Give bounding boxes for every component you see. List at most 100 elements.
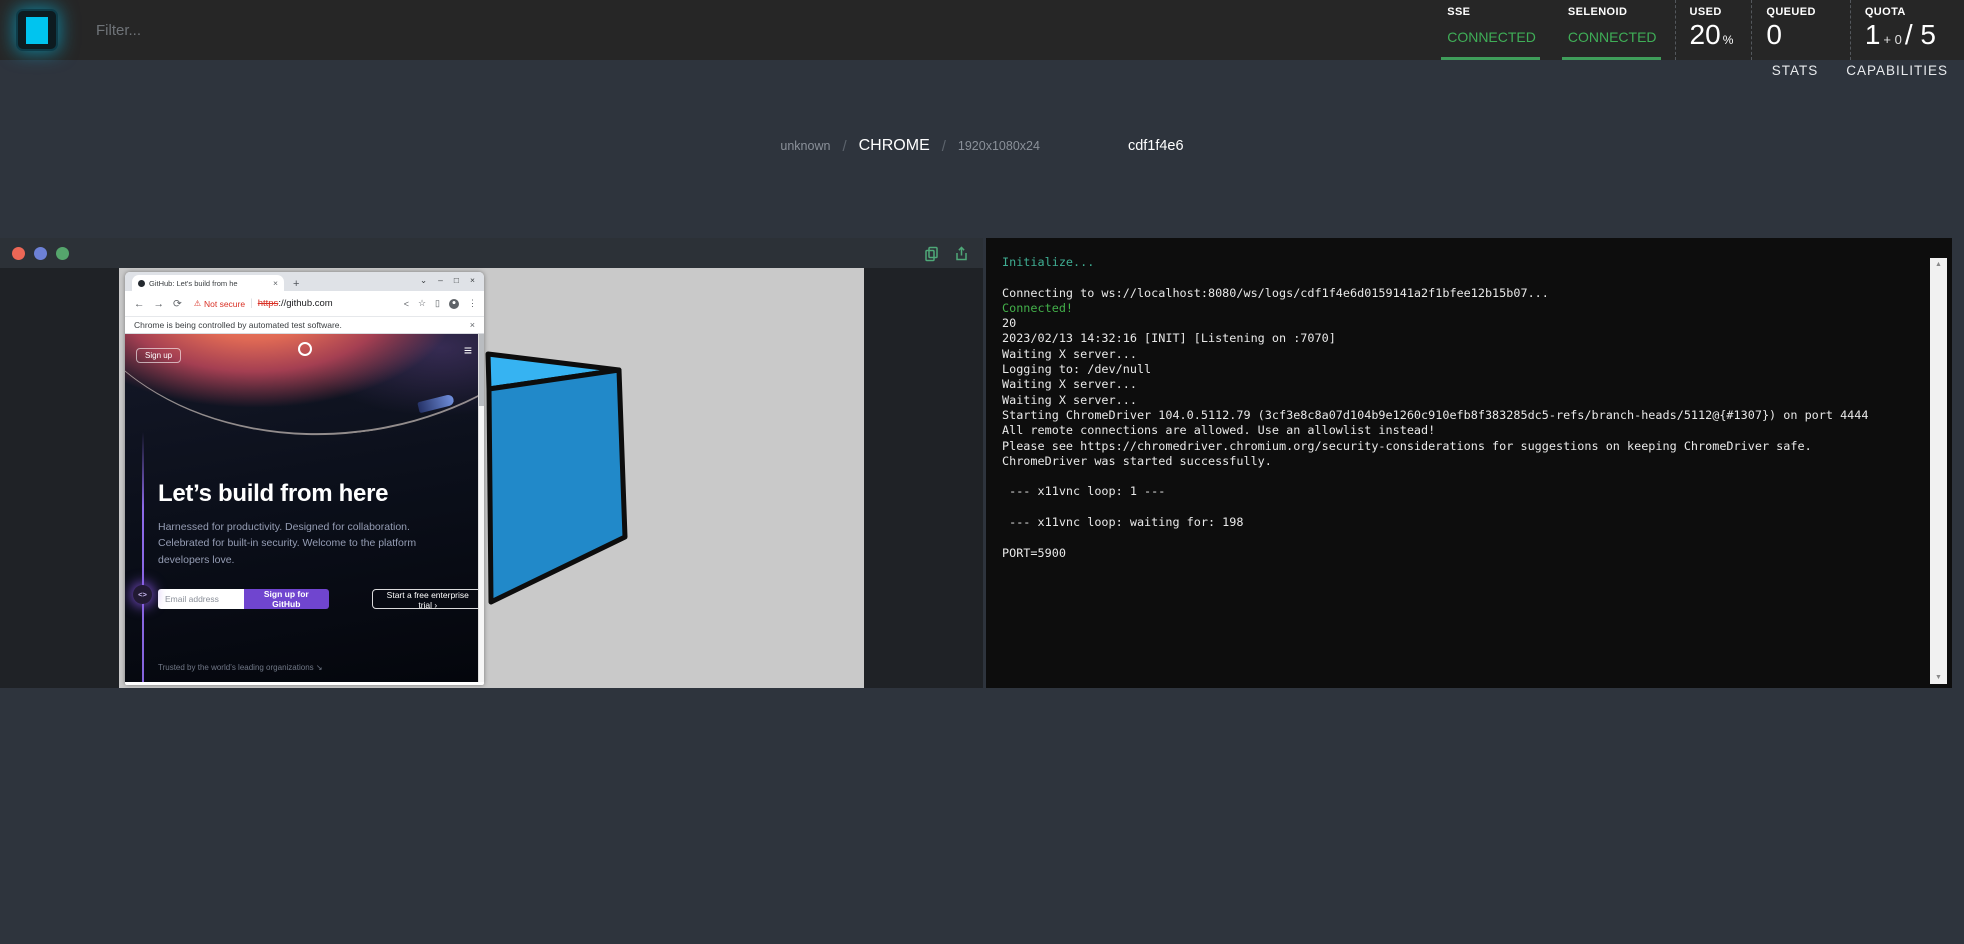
github-logo-icon[interactable] [298,342,312,356]
chevron-down-icon[interactable]: ⌄ [420,275,427,286]
back-icon[interactable]: ← [134,298,145,310]
url-text: ://github.com [278,298,332,309]
share-icon[interactable]: < [404,299,409,309]
stat-quota-value: 1+ 0/ 5 [1865,19,1936,51]
log-line [1002,530,1912,545]
url-scheme: https [258,298,279,309]
signup-button[interactable]: Sign up for GitHub [244,589,329,609]
infobar-close-icon[interactable]: × [470,320,475,330]
log-scrollbar[interactable]: ▲ ▼ [1930,258,1947,684]
page-scrollbar-thumb[interactable] [479,334,484,406]
more-icon[interactable]: ⋮ [468,298,477,309]
vnc-screen[interactable]: GitHub: Let's build from he × + ⌄ – □ × … [119,268,864,688]
github-page: Sign up ≡ Let’s build from here Harnesse… [125,334,484,682]
enterprise-trial-button[interactable]: Start a free enterprise trial › [372,589,484,609]
stat-queued: QUEUED 0 [1751,0,1849,60]
close-icon[interactable]: × [470,275,475,286]
tab-close-icon[interactable]: × [273,278,278,288]
log-line: ChromeDriver was started successfully. [1002,454,1912,469]
session-browser: unknown [780,139,830,153]
cube-drawing [482,351,634,613]
stat-quota: QUOTA 1+ 0/ 5 [1850,0,1964,60]
browser-tab[interactable]: GitHub: Let's build from he × [132,275,284,291]
stat-selenoid-status: CONNECTED [1568,29,1657,45]
top-bar: SSE CONNECTED SELENOID CONNECTED USED 20… [0,0,1964,60]
log-line: 2023/02/13 14:32:16 [INIT] [Listening on… [1002,331,1912,346]
stat-queued-value: 0 [1766,19,1815,51]
log-line [1002,469,1912,484]
address-divider: | [250,298,253,309]
remote-browser-window: GitHub: Let's build from he × + ⌄ – □ × … [125,272,484,685]
filter-input[interactable] [96,15,576,45]
stat-sse-status: CONNECTED [1447,29,1536,45]
tab-stats[interactable]: STATS [1772,63,1819,78]
warning-icon: ⚠ [194,299,201,308]
reader-icon[interactable]: ▯ [435,298,440,309]
upload-icon[interactable] [953,245,970,262]
stat-queued-label: QUEUED [1766,6,1815,18]
signup-top-button[interactable]: Sign up [136,348,181,363]
hero-heading: Let’s build from here [158,480,388,508]
minimize-icon[interactable]: – [438,275,443,286]
menu-icon[interactable]: ≡ [464,342,472,358]
log-line: Waiting X server... [1002,377,1912,392]
browser-nav-bar: ← → ⟳ ⚠ Not secure | https ://github.com… [125,291,484,317]
stat-selenoid-underline [1562,57,1661,60]
avatar-icon[interactable] [449,299,459,309]
log-line: 20 [1002,316,1912,331]
log-line: Initialize... [1002,255,1912,270]
log-line: Please see https://chromedriver.chromium… [1002,439,1912,454]
forward-icon[interactable]: → [154,298,165,310]
session-name: CHROME [859,137,930,155]
stat-sse: SSE CONNECTED [1433,0,1554,60]
log-line: Connected! [1002,301,1912,316]
window-controls: ⌄ – □ × [420,275,475,286]
stat-sse-underline [1441,57,1540,60]
session-screen: 1920x1080x24 [958,139,1040,153]
session-row[interactable]: unknown / CHROME / 1920x1080x24 cdf1f4e6 [0,137,1964,155]
email-field[interactable] [158,589,244,609]
code-badge-icon: <> [133,585,152,604]
log-line: --- x11vnc loop: waiting for: 198 [1002,515,1912,530]
trusted-text: Trusted by the world’s leading organizat… [158,663,323,672]
log-line [1002,270,1912,285]
hero-subheading: Harnessed for productivity. Designed for… [158,519,418,568]
log-line: Waiting X server... [1002,347,1912,362]
stat-used-label: USED [1690,6,1734,18]
app-logo[interactable] [16,9,58,51]
log-line: PORT=5900 [1002,546,1912,561]
blue-dot-icon [34,247,47,260]
tab-capabilities[interactable]: CAPABILITIES [1846,63,1948,78]
log-output: Initialize... Connecting to ws://localho… [1002,255,1912,561]
scroll-down-icon[interactable]: ▼ [1930,674,1947,681]
log-line: Connecting to ws://localhost:8080/ws/log… [1002,286,1912,301]
hero-cta-row: Sign up for GitHub Start a free enterpri… [158,589,484,609]
new-tab-icon[interactable]: + [293,278,299,290]
reload-icon[interactable]: ⟳ [173,298,182,310]
stat-sse-label: SSE [1447,6,1536,18]
github-favicon-icon [138,280,145,287]
log-line [1002,500,1912,515]
stat-quota-label: QUOTA [1865,6,1936,18]
copy-icon[interactable] [923,245,940,262]
stat-used-value: 20% [1690,19,1734,51]
star-icon[interactable]: ☆ [418,298,426,309]
stats-bar: SSE CONNECTED SELENOID CONNECTED USED 20… [1433,0,1964,60]
not-secure-label: Not secure [204,299,245,309]
glow-line-decoration [142,432,144,682]
address-bar[interactable]: ⚠ Not secure | https ://github.com [194,298,333,309]
scroll-up-icon[interactable]: ▲ [1930,261,1947,268]
automation-info-bar: Chrome is being controlled by automated … [125,317,484,334]
maximize-icon[interactable]: □ [454,275,459,286]
stat-selenoid: SELENOID CONNECTED [1554,0,1675,60]
log-line: Logging to: /dev/null [1002,362,1912,377]
page-scrollbar[interactable] [478,334,484,682]
session-id: cdf1f4e6 [1128,138,1184,154]
stat-used: USED 20% [1675,0,1752,60]
session-separator: / [942,138,946,155]
log-line: Starting ChromeDriver 104.0.5112.79 (3cf… [1002,408,1912,423]
app-logo-icon [26,17,48,44]
log-line: All remote connections are allowed. Use … [1002,423,1912,438]
log-panel: Initialize... Connecting to ws://localho… [986,238,1952,688]
session-separator: / [842,138,846,155]
